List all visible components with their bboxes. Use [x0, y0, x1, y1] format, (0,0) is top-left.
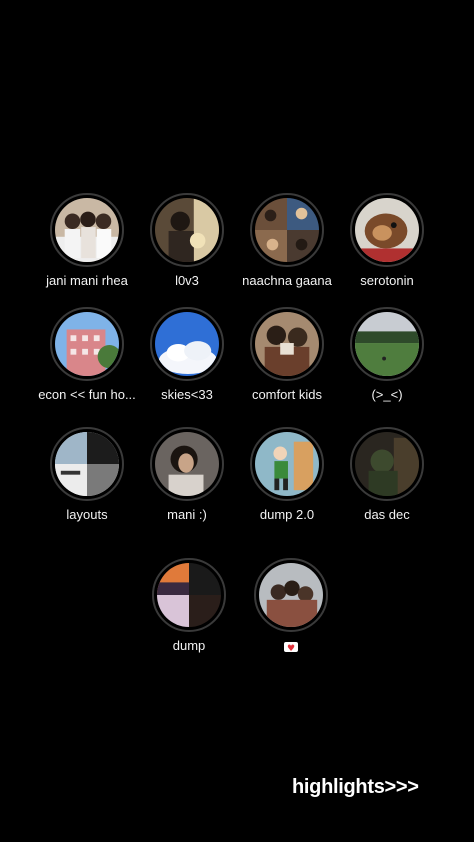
highlight-layouts[interactable]: layouts: [32, 427, 142, 523]
highlight-cover-image: [355, 312, 419, 376]
highlight-serotonin[interactable]: serotonin: [332, 193, 442, 289]
highlight-label: econ << fun ho...: [38, 387, 136, 402]
highlight-cover-image: [55, 198, 119, 262]
highlight-label: [236, 638, 346, 654]
highlight-label: mani :): [167, 507, 207, 522]
highlight-label: (>_<): [371, 387, 403, 402]
highlight-cover-image: [155, 198, 219, 262]
highlight-ring: [150, 427, 224, 501]
highlight-ring: [50, 193, 124, 267]
highlight-face[interactable]: (>_<): [332, 307, 442, 403]
highlight-dump[interactable]: dump: [134, 558, 244, 654]
highlight-comfort-kids[interactable]: comfort kids: [232, 307, 342, 403]
highlight-ring: [250, 427, 324, 501]
highlight-ring: [350, 427, 424, 501]
highlight-label: comfort kids: [251, 387, 323, 402]
highlight-ring: [350, 307, 424, 381]
highlight-ring: [150, 193, 224, 267]
highlight-ring: [50, 427, 124, 501]
highlight-cover-image: [355, 432, 419, 496]
highlight-skies[interactable]: skies<33: [132, 307, 242, 403]
highlight-dump-2[interactable]: dump 2.0: [232, 427, 342, 523]
highlight-label: jani mani rhea: [46, 273, 128, 288]
highlight-ring: [254, 558, 328, 632]
highlight-label: l0v3: [175, 273, 199, 288]
highlight-ring: [150, 307, 224, 381]
highlight-ring: [350, 193, 424, 267]
highlight-jani-mani-rhea[interactable]: jani mani rhea: [32, 193, 142, 289]
highlight-das-dec[interactable]: das dec: [332, 427, 442, 523]
highlight-ring: [250, 307, 324, 381]
highlight-cover-image: [255, 198, 319, 262]
highlight-label: serotonin: [360, 273, 414, 288]
highlight-ring: [152, 558, 226, 632]
highlight-cover-image: [55, 432, 119, 496]
highlights-screen: { "highlights": [ {"label": "jani mani r…: [0, 0, 474, 842]
highlight-ring: [50, 307, 124, 381]
highlight-cover-image: [155, 312, 219, 376]
highlight-ring: [250, 193, 324, 267]
highlight-label: naachna gaana: [242, 273, 332, 288]
highlight-econ-fun-ho[interactable]: econ << fun ho...: [32, 307, 142, 403]
highlight-l0v3[interactable]: l0v3: [132, 193, 242, 289]
highlight-naachna-gaana[interactable]: naachna gaana: [232, 193, 342, 289]
highlight-cover-image: [255, 432, 319, 496]
highlight-cover-image: [155, 432, 219, 496]
highlight-label: dump 2.0: [259, 507, 315, 522]
highlight-mani[interactable]: mani :): [132, 427, 242, 523]
highlight-cover-image: [157, 563, 221, 627]
highlight-label: skies<33: [161, 387, 213, 402]
footer-caption: highlights>>>: [292, 776, 419, 798]
highlight-cover-image: [259, 563, 323, 627]
highlight-cover-image: [255, 312, 319, 376]
highlight-heart-letter[interactable]: [236, 558, 346, 654]
heart-letter-emoji-icon: [284, 641, 298, 654]
highlight-label: das dec: [364, 507, 410, 522]
highlight-label: dump: [172, 638, 206, 653]
highlight-label: layouts: [66, 507, 108, 522]
highlight-cover-image: [55, 312, 119, 376]
highlight-cover-image: [355, 198, 419, 262]
